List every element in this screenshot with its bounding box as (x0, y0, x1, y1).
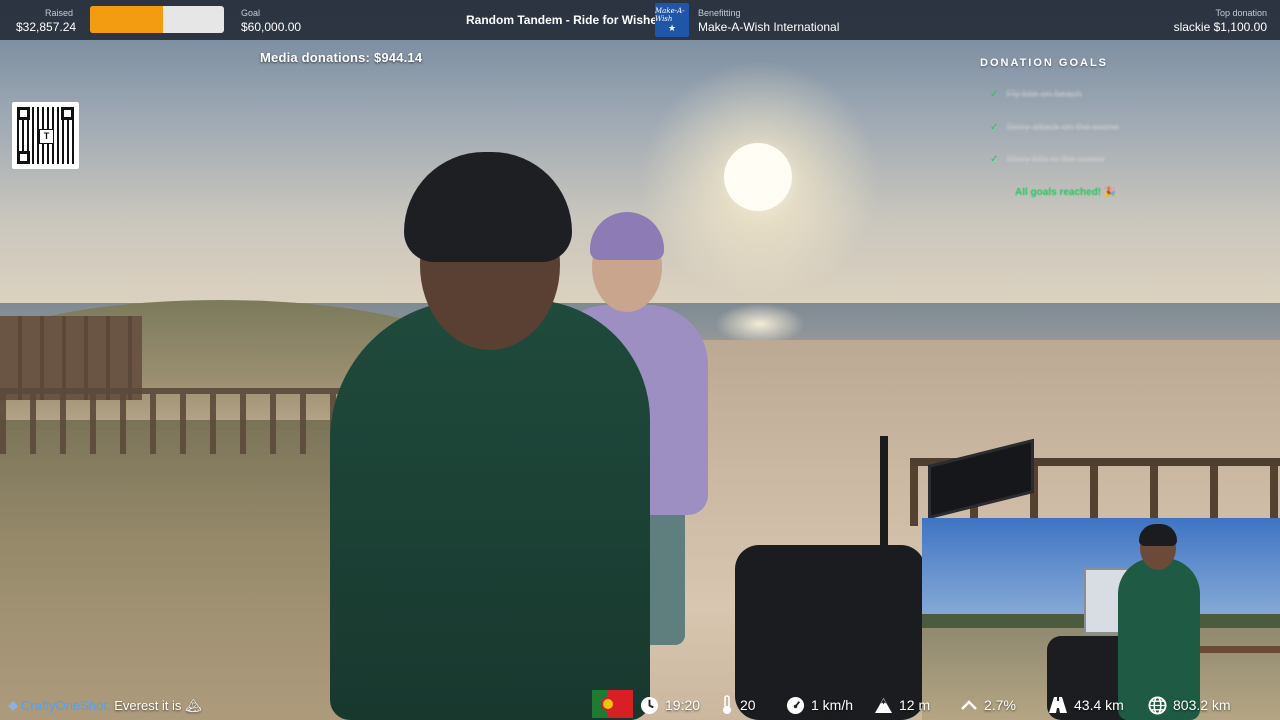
chat-text: Everest it is 🏔 (114, 698, 202, 713)
donation-goal-text: Story bits in the scene (1006, 154, 1105, 165)
time-value: 19:20 (665, 697, 701, 713)
donation-qr-code[interactable]: T (12, 102, 79, 169)
top-donation-label: Top donation (1215, 8, 1267, 18)
camera-pole (880, 436, 888, 546)
qr-finder-top-left (17, 107, 30, 120)
chat-username: CraftyOneShot: (21, 698, 111, 713)
checkmark-icon: ✓ (990, 89, 999, 100)
speedometer-icon (786, 696, 805, 714)
boardwalk-railing-left (0, 388, 360, 454)
sun (724, 143, 792, 211)
media-donations: Media donations: $944.14 (260, 50, 423, 65)
make-a-wish-logo-text: Make-A-Wish (655, 7, 685, 23)
make-a-wish-logo: Make-A-Wish ★ (655, 3, 689, 37)
globe-icon (1148, 695, 1167, 715)
grade-stat: 2.7% (960, 690, 1016, 720)
distance-today-value: 43.4 km (1074, 697, 1124, 713)
grade-value: 2.7% (984, 697, 1016, 713)
qr-finder-top-right (61, 107, 74, 120)
dune-grass (0, 420, 360, 720)
chat-message: CraftyOneShot: Everest it is 🏔 (8, 698, 202, 714)
benefitting-value: Make-A-Wish International (698, 20, 840, 34)
goal-label: Goal (241, 8, 261, 18)
chat-badge-icon (8, 701, 18, 711)
donation-goal-item: ✓ Fly kite on beach (990, 89, 1082, 100)
checkmark-icon: ✓ (990, 154, 999, 165)
donation-goal-text: Story attack on the scene (1006, 122, 1120, 133)
ride-stats-bar: 19:20 20 1 km/h 12 m 2.7% 43.4 km 803.2 … (592, 690, 1280, 720)
top-donation-value: slackie $1,100.00 (1173, 20, 1267, 34)
donation-progress-bar (90, 6, 224, 33)
donation-topbar: Raised $32,857.24 Goal $60,000.00 Random… (0, 0, 1280, 40)
temperature-value: 20 (740, 697, 756, 713)
altitude-stat: 12 m (874, 690, 930, 720)
mountain-icon (875, 697, 892, 713)
distance-today-stat: 43.4 km (1048, 690, 1124, 720)
speed-stat: 1 km/h (786, 690, 853, 720)
checkmark-icon: ✓ (990, 122, 999, 133)
temperature-stat: 20 (720, 690, 756, 720)
donation-goal-item: ✓ Story bits in the scene (990, 154, 1105, 165)
donation-goal-item: ✓ Story attack on the scene (990, 122, 1119, 133)
altitude-value: 12 m (899, 697, 931, 713)
raised-label: Raised (45, 8, 74, 18)
distance-total-value: 803.2 km (1173, 697, 1231, 713)
road-icon (1049, 697, 1067, 713)
goal-value: $60,000.00 (241, 20, 302, 34)
thermometer-icon (723, 695, 731, 714)
sea-glint (715, 303, 805, 345)
tiltify-icon: T (39, 129, 54, 144)
benefitting-label: Benefitting (698, 8, 741, 18)
time-stat: 19:20 (640, 690, 700, 720)
raised-value: $32,857.24 (16, 20, 77, 34)
clock-icon (640, 696, 659, 714)
portugal-flag-icon (592, 690, 633, 718)
event-title: Random Tandem - Ride for Wishes (466, 13, 664, 27)
all-goals-reached: All goals reached! 🎉 (1015, 187, 1117, 198)
distance-total-stat: 803.2 km (1148, 690, 1231, 720)
pip-rider-helmet (1139, 524, 1177, 546)
slope-up-icon (961, 700, 977, 710)
qr-finder-bottom-left (17, 151, 30, 164)
man-figure (330, 300, 650, 720)
star-icon: ★ (667, 23, 677, 33)
donation-goal-text: Fly kite on beach (1006, 89, 1082, 100)
donation-progress-fill (90, 6, 164, 33)
speed-value: 1 km/h (811, 697, 854, 713)
donation-goals-title: DONATION GOALS (980, 57, 1109, 69)
